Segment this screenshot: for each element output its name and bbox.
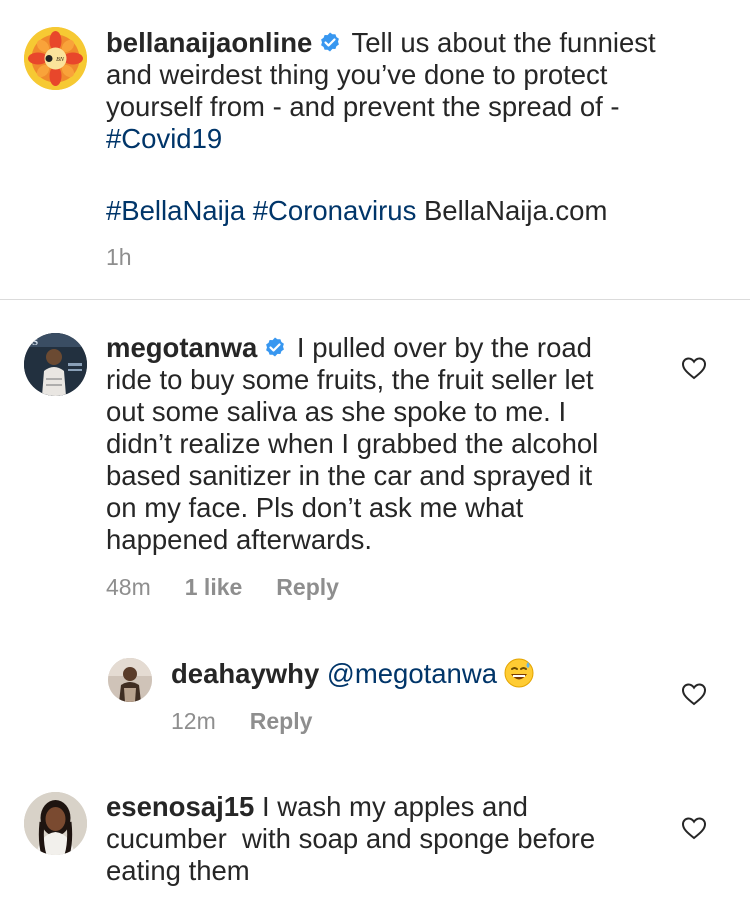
- verified-badge-icon: [321, 32, 340, 52]
- avatar-deahaywhy[interactable]: [108, 658, 152, 702]
- avatar-photo-icon: [108, 658, 152, 702]
- like-heart-icon[interactable]: [681, 682, 707, 706]
- reply-button[interactable]: Reply: [250, 708, 313, 734]
- reply-text: deahaywhy @megotanwa: [171, 657, 671, 690]
- comment-timestamp: 48m: [106, 574, 151, 600]
- svg-text:BN: BN: [56, 57, 65, 63]
- avatar-esenosaj15[interactable]: [24, 792, 87, 855]
- hashtag-coronavirus[interactable]: #Coronavirus: [253, 195, 417, 226]
- comment-line: on my face. Pls don’t ask me what: [106, 492, 524, 523]
- comment-line: out some saliva as she spoke to me. I: [106, 396, 567, 427]
- reply-timestamp: 12m: [171, 708, 216, 734]
- svg-text:S: S: [32, 336, 38, 348]
- reply-mention[interactable]: @megotanwa: [327, 658, 497, 689]
- reply-username[interactable]: deahaywhy: [171, 658, 319, 689]
- caption-line: Tell us about the funniest: [351, 27, 656, 58]
- caption-divider: [0, 299, 750, 300]
- avatar-photo-icon: S: [24, 333, 87, 396]
- hashtag-bellanaija[interactable]: #BellaNaija: [106, 195, 245, 226]
- sweat-smile-emoji-icon: [504, 658, 534, 688]
- caption-username[interactable]: bellanaijaonline: [106, 27, 312, 58]
- comment-likes-count[interactable]: 1 like: [185, 574, 243, 600]
- caption-line: and weirdest thing you’ve done to protec…: [106, 59, 608, 90]
- comment-line: didn’t realize when I grabbed the alcoho…: [106, 428, 599, 459]
- caption-text: bellanaijaonline Tell us about the funni…: [106, 27, 716, 227]
- reply-button[interactable]: Reply: [276, 574, 339, 600]
- comment-text: esenosaj15 I wash my apples and cucumber…: [106, 791, 666, 887]
- avatar-photo-icon: [24, 792, 87, 855]
- comment-text: megotanwa I pulled over by the road ride…: [106, 332, 666, 556]
- avatar-bellanaija[interactable]: BN: [24, 27, 87, 90]
- caption-meta: 1h: [106, 244, 166, 271]
- comment-line: I pulled over by the road: [296, 332, 592, 363]
- comment-line: I wash my apples and: [261, 791, 528, 822]
- comment-line: based sanitizer in the car and sprayed i…: [106, 460, 593, 491]
- like-heart-icon[interactable]: [681, 356, 707, 380]
- comment-line: cucumber with soap and sponge before: [106, 823, 596, 854]
- comment-line: eating them: [106, 855, 250, 886]
- comment-username[interactable]: megotanwa: [106, 332, 257, 363]
- caption-site: BellaNaija.com: [423, 195, 608, 226]
- avatar-megotanwa[interactable]: S: [24, 333, 87, 396]
- reply-meta: 12m Reply: [171, 708, 346, 735]
- caption-timestamp: 1h: [106, 244, 132, 270]
- comment-line: happened afterwards.: [106, 524, 373, 555]
- caption-line: yourself from - and prevent the spread o…: [106, 91, 620, 122]
- comment-meta: 48m 1 like Reply: [106, 574, 373, 601]
- like-heart-icon[interactable]: [681, 816, 707, 840]
- hashtag-covid19[interactable]: #Covid19: [106, 123, 222, 154]
- bellanaija-logo-icon: BN: [24, 27, 87, 90]
- comment-line: ride to buy some fruits, the fruit selle…: [106, 364, 594, 395]
- comment-username[interactable]: esenosaj15: [106, 791, 254, 822]
- verified-badge-icon: [266, 337, 285, 357]
